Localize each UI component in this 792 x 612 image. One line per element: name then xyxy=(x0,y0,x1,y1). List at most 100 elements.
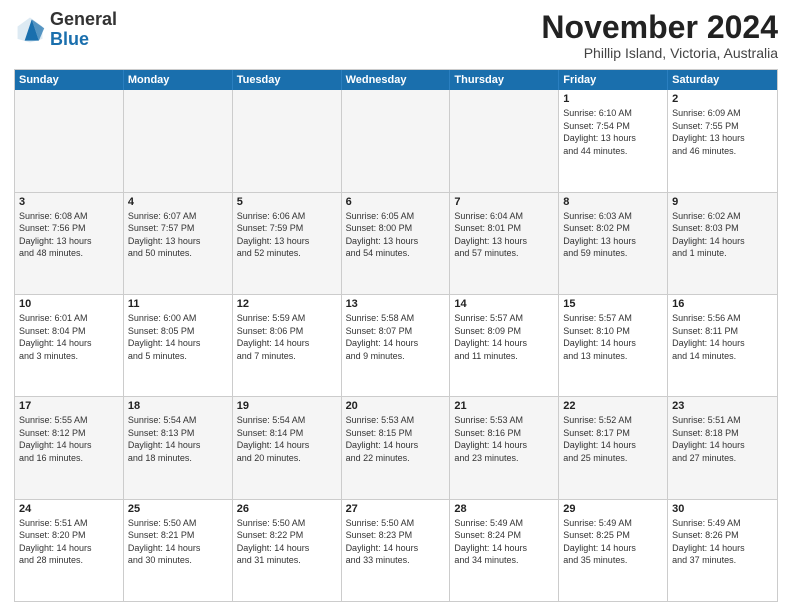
calendar-cell-15: 15 Sunrise: 5:57 AM Sunset: 8:10 PM Dayli… xyxy=(559,295,668,396)
title-block: November 2024 Phillip Island, Victoria, … xyxy=(541,10,778,61)
calendar-cell-empty xyxy=(450,90,559,191)
calendar-cell-8: 8 Sunrise: 6:03 AM Sunset: 8:02 PM Daylig… xyxy=(559,193,668,294)
day-number: 9 xyxy=(672,196,773,208)
day-info: Sunrise: 5:51 AM Sunset: 8:20 PM Dayligh… xyxy=(19,517,119,567)
calendar-cell-22: 22 Sunrise: 5:52 AM Sunset: 8:17 PM Dayli… xyxy=(559,397,668,498)
weekday-header-monday: Monday xyxy=(124,70,233,90)
day-number: 4 xyxy=(128,196,228,208)
calendar: SundayMondayTuesdayWednesdayThursdayFrid… xyxy=(14,69,778,602)
calendar-cell-3: 3Sunrise: 6:08 AM Sunset: 7:56 PM Daylig… xyxy=(15,193,124,294)
calendar-cell-19: 19 Sunrise: 5:54 AM Sunset: 8:14 PM Dayli… xyxy=(233,397,342,498)
day-info: Sunrise: 6:03 AM Sunset: 8:02 PM Dayligh… xyxy=(563,210,663,260)
day-info: Sunrise: 6:07 AM Sunset: 7:57 PM Dayligh… xyxy=(128,210,228,260)
day-number: 28 xyxy=(454,503,554,515)
day-number: 7 xyxy=(454,196,554,208)
weekday-header-tuesday: Tuesday xyxy=(233,70,342,90)
weekday-header-saturday: Saturday xyxy=(668,70,777,90)
logo-text: General Blue xyxy=(50,10,117,50)
calendar-header: SundayMondayTuesdayWednesdayThursdayFrid… xyxy=(15,70,777,90)
day-number: 14 xyxy=(454,298,554,310)
calendar-row-0: 1 Sunrise: 6:10 AM Sunset: 7:54 PM Daylig… xyxy=(15,90,777,191)
page: General Blue November 2024 Phillip Islan… xyxy=(0,0,792,612)
day-number: 19 xyxy=(237,400,337,412)
day-info: Sunrise: 6:06 AM Sunset: 7:59 PM Dayligh… xyxy=(237,210,337,260)
day-number: 10 xyxy=(19,298,119,310)
day-info: Sunrise: 5:57 AM Sunset: 8:09 PM Dayligh… xyxy=(454,312,554,362)
calendar-cell-4: 4 Sunrise: 6:07 AM Sunset: 7:57 PM Daylig… xyxy=(124,193,233,294)
calendar-row-3: 17Sunrise: 5:55 AM Sunset: 8:12 PM Dayli… xyxy=(15,396,777,498)
day-number: 21 xyxy=(454,400,554,412)
day-info: Sunrise: 6:00 AM Sunset: 8:05 PM Dayligh… xyxy=(128,312,228,362)
calendar-cell-30: 30 Sunrise: 5:49 AM Sunset: 8:26 PM Dayli… xyxy=(668,500,777,601)
calendar-cell-27: 27 Sunrise: 5:50 AM Sunset: 8:23 PM Dayli… xyxy=(342,500,451,601)
calendar-cell-13: 13Sunrise: 5:58 AM Sunset: 8:07 PM Dayli… xyxy=(342,295,451,396)
calendar-cell-29: 29 Sunrise: 5:49 AM Sunset: 8:25 PM Dayli… xyxy=(559,500,668,601)
calendar-cell-6: 6 Sunrise: 6:05 AM Sunset: 8:00 PM Daylig… xyxy=(342,193,451,294)
day-info: Sunrise: 5:50 AM Sunset: 8:22 PM Dayligh… xyxy=(237,517,337,567)
header: General Blue November 2024 Phillip Islan… xyxy=(14,10,778,61)
day-info: Sunrise: 5:59 AM Sunset: 8:06 PM Dayligh… xyxy=(237,312,337,362)
day-number: 29 xyxy=(563,503,663,515)
weekday-header-thursday: Thursday xyxy=(450,70,559,90)
day-number: 26 xyxy=(237,503,337,515)
day-number: 6 xyxy=(346,196,446,208)
calendar-cell-empty xyxy=(342,90,451,191)
logo-general-text: General xyxy=(50,9,117,29)
calendar-row-2: 10Sunrise: 6:01 AM Sunset: 8:04 PM Dayli… xyxy=(15,294,777,396)
day-number: 13 xyxy=(346,298,446,310)
calendar-cell-9: 9Sunrise: 6:02 AM Sunset: 8:03 PM Daylig… xyxy=(668,193,777,294)
calendar-cell-17: 17Sunrise: 5:55 AM Sunset: 8:12 PM Dayli… xyxy=(15,397,124,498)
day-number: 8 xyxy=(563,196,663,208)
location-title: Phillip Island, Victoria, Australia xyxy=(541,45,778,61)
day-info: Sunrise: 5:50 AM Sunset: 8:21 PM Dayligh… xyxy=(128,517,228,567)
calendar-cell-14: 14 Sunrise: 5:57 AM Sunset: 8:09 PM Dayli… xyxy=(450,295,559,396)
calendar-cell-5: 5 Sunrise: 6:06 AM Sunset: 7:59 PM Daylig… xyxy=(233,193,342,294)
day-info: Sunrise: 5:49 AM Sunset: 8:25 PM Dayligh… xyxy=(563,517,663,567)
day-info: Sunrise: 5:52 AM Sunset: 8:17 PM Dayligh… xyxy=(563,414,663,464)
calendar-cell-18: 18Sunrise: 5:54 AM Sunset: 8:13 PM Dayli… xyxy=(124,397,233,498)
calendar-cell-12: 12 Sunrise: 5:59 AM Sunset: 8:06 PM Dayli… xyxy=(233,295,342,396)
calendar-cell-23: 23 Sunrise: 5:51 AM Sunset: 8:18 PM Dayli… xyxy=(668,397,777,498)
logo-blue-text: Blue xyxy=(50,29,89,49)
day-info: Sunrise: 5:53 AM Sunset: 8:16 PM Dayligh… xyxy=(454,414,554,464)
calendar-cell-25: 25Sunrise: 5:50 AM Sunset: 8:21 PM Dayli… xyxy=(124,500,233,601)
calendar-cell-empty xyxy=(124,90,233,191)
day-number: 2 xyxy=(672,93,773,105)
day-info: Sunrise: 5:50 AM Sunset: 8:23 PM Dayligh… xyxy=(346,517,446,567)
day-info: Sunrise: 6:10 AM Sunset: 7:54 PM Dayligh… xyxy=(563,107,663,157)
day-number: 30 xyxy=(672,503,773,515)
calendar-cell-26: 26 Sunrise: 5:50 AM Sunset: 8:22 PM Dayli… xyxy=(233,500,342,601)
calendar-body: 1 Sunrise: 6:10 AM Sunset: 7:54 PM Daylig… xyxy=(15,90,777,601)
day-info: Sunrise: 5:57 AM Sunset: 8:10 PM Dayligh… xyxy=(563,312,663,362)
day-info: Sunrise: 5:49 AM Sunset: 8:26 PM Dayligh… xyxy=(672,517,773,567)
day-info: Sunrise: 5:54 AM Sunset: 8:14 PM Dayligh… xyxy=(237,414,337,464)
weekday-header-sunday: Sunday xyxy=(15,70,124,90)
day-number: 15 xyxy=(563,298,663,310)
day-number: 3 xyxy=(19,196,119,208)
day-number: 11 xyxy=(128,298,228,310)
logo: General Blue xyxy=(14,10,117,50)
logo-icon xyxy=(14,14,46,46)
calendar-cell-11: 11 Sunrise: 6:00 AM Sunset: 8:05 PM Dayli… xyxy=(124,295,233,396)
calendar-cell-empty xyxy=(233,90,342,191)
day-info: Sunrise: 6:05 AM Sunset: 8:00 PM Dayligh… xyxy=(346,210,446,260)
day-number: 16 xyxy=(672,298,773,310)
day-number: 5 xyxy=(237,196,337,208)
day-number: 24 xyxy=(19,503,119,515)
calendar-cell-28: 28Sunrise: 5:49 AM Sunset: 8:24 PM Dayli… xyxy=(450,500,559,601)
day-info: Sunrise: 5:53 AM Sunset: 8:15 PM Dayligh… xyxy=(346,414,446,464)
calendar-cell-10: 10Sunrise: 6:01 AM Sunset: 8:04 PM Dayli… xyxy=(15,295,124,396)
day-number: 18 xyxy=(128,400,228,412)
day-number: 1 xyxy=(563,93,663,105)
day-number: 17 xyxy=(19,400,119,412)
day-number: 12 xyxy=(237,298,337,310)
calendar-cell-1: 1 Sunrise: 6:10 AM Sunset: 7:54 PM Daylig… xyxy=(559,90,668,191)
weekday-header-friday: Friday xyxy=(559,70,668,90)
day-number: 27 xyxy=(346,503,446,515)
day-number: 22 xyxy=(563,400,663,412)
day-info: Sunrise: 5:56 AM Sunset: 8:11 PM Dayligh… xyxy=(672,312,773,362)
day-info: Sunrise: 5:51 AM Sunset: 8:18 PM Dayligh… xyxy=(672,414,773,464)
day-number: 23 xyxy=(672,400,773,412)
day-number: 20 xyxy=(346,400,446,412)
day-info: Sunrise: 6:04 AM Sunset: 8:01 PM Dayligh… xyxy=(454,210,554,260)
